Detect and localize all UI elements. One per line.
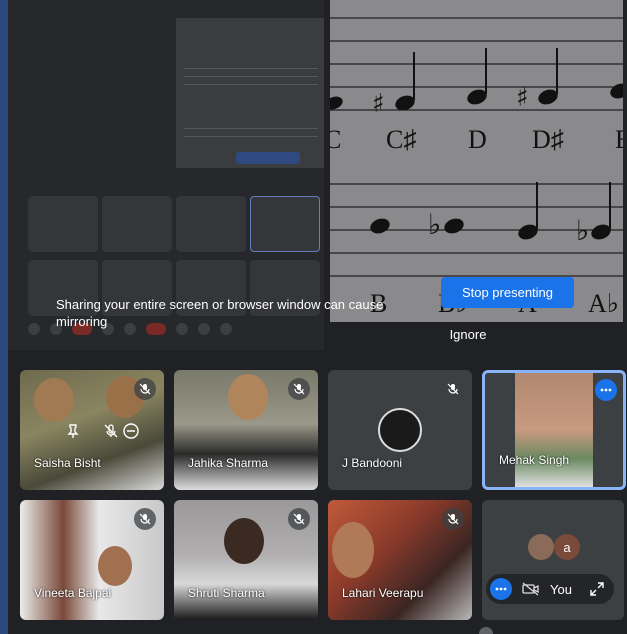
participant-tile-active[interactable]: Mehak Singh <box>482 370 626 490</box>
avatar-letter: a <box>554 534 580 560</box>
participant-video <box>515 373 593 487</box>
note-label: C♯ <box>386 125 416 154</box>
participant-tile[interactable]: Saisha Bisht <box>20 370 164 490</box>
note-label: A♭ <box>588 289 619 318</box>
mic-off-icon <box>442 508 464 530</box>
note-label: E <box>615 125 623 154</box>
sheet-music: ♯ ♯ ♭ ♭ C C♯ D D♯ E B B♭ A A♭ <box>330 0 623 322</box>
participant-name: Mehak Singh <box>499 453 570 467</box>
mirrored-stop-button <box>236 152 300 164</box>
camera-off-icon[interactable] <box>522 582 540 596</box>
participant-name: Shruti Sharma <box>188 586 265 600</box>
participant-tile[interactable]: Jahika Sharma <box>174 370 318 490</box>
note-label: C <box>330 125 341 154</box>
avatar <box>528 534 554 560</box>
note-label: D♯ <box>532 125 564 154</box>
self-tile[interactable]: a You <box>482 500 624 620</box>
more-options-icon[interactable] <box>595 379 617 401</box>
ignore-button[interactable]: Ignore <box>440 324 496 344</box>
avatar <box>378 408 422 452</box>
sheet-music-staff: ♯ ♯ ♭ ♭ C C♯ D D♯ E B B♭ A A♭ <box>330 17 623 318</box>
participant-tile[interactable]: Vineeta Bajpai <box>20 500 164 620</box>
mic-off-icon <box>288 508 310 530</box>
mic-off-icon <box>288 378 310 400</box>
scroll-indicator <box>479 627 493 634</box>
note-label: D <box>468 125 487 154</box>
participant-tile[interactable]: Lahari Veerapu <box>328 500 472 620</box>
stop-presenting-button[interactable]: Stop presenting <box>441 277 574 308</box>
expand-icon[interactable] <box>590 582 604 596</box>
svg-text:♯: ♯ <box>372 89 385 119</box>
participant-tile[interactable]: J Bandooni <box>328 370 472 490</box>
participant-name: J Bandooni <box>342 456 403 470</box>
svg-text:♭: ♭ <box>576 214 589 247</box>
self-controls: You <box>486 574 614 604</box>
pin-icon[interactable] <box>60 418 86 444</box>
mic-off-icon <box>442 378 464 400</box>
svg-text:♯: ♯ <box>516 83 529 113</box>
mic-off-icon <box>134 508 156 530</box>
more-options-icon[interactable] <box>490 578 512 600</box>
left-edge-strip <box>0 0 8 634</box>
mirrored-sheet <box>176 18 324 168</box>
participant-name: Saisha Bisht <box>34 456 101 470</box>
participant-tile[interactable]: Shruti Sharma <box>174 500 318 620</box>
svg-text:♭: ♭ <box>428 208 441 241</box>
participant-name: Lahari Veerapu <box>342 586 424 600</box>
participant-name: Jahika Sharma <box>188 456 269 470</box>
mirroring-warning: Sharing your entire screen or browser wi… <box>56 297 384 329</box>
remove-participant-icon[interactable] <box>118 418 144 444</box>
mic-off-icon <box>134 378 156 400</box>
participant-name: Vineeta Bajpai <box>34 586 112 600</box>
self-label: You <box>550 581 572 597</box>
